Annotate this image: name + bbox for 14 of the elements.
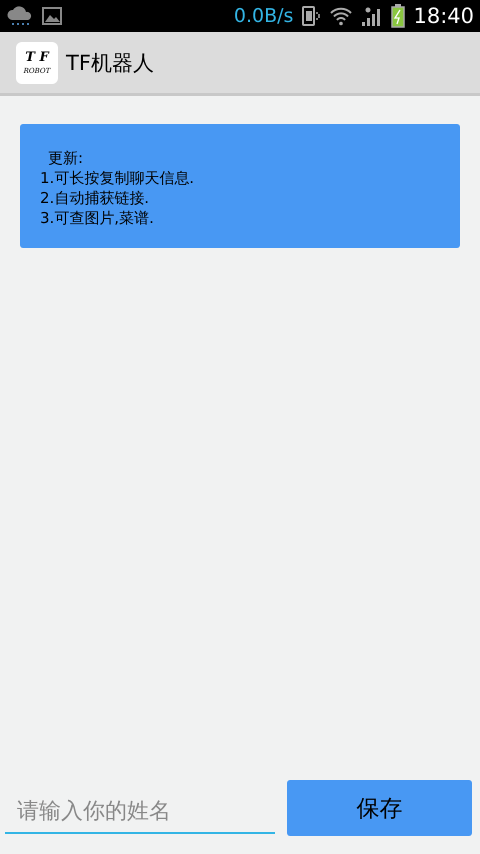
clock-time: 18:40 [413, 4, 474, 28]
wifi-icon [329, 6, 354, 26]
image-icon [42, 7, 62, 25]
notice-line: 3.可查图片,菜谱. [40, 208, 155, 228]
name-input-field[interactable]: 请输入你的姓名 [5, 790, 275, 834]
battery-icon [391, 4, 406, 28]
cloud-icon [6, 5, 34, 27]
notice-line: 1.可长按复制聊天信息. [40, 168, 196, 188]
notice-line: 2.自动捕获链接. [40, 188, 150, 208]
network-speed: 0.0B/s [234, 5, 294, 27]
save-button[interactable]: 保存 [287, 780, 472, 836]
app-title: TF机器人 [66, 50, 154, 76]
notice-heading: 更新: [47, 148, 84, 168]
vibrate-icon [301, 5, 322, 27]
